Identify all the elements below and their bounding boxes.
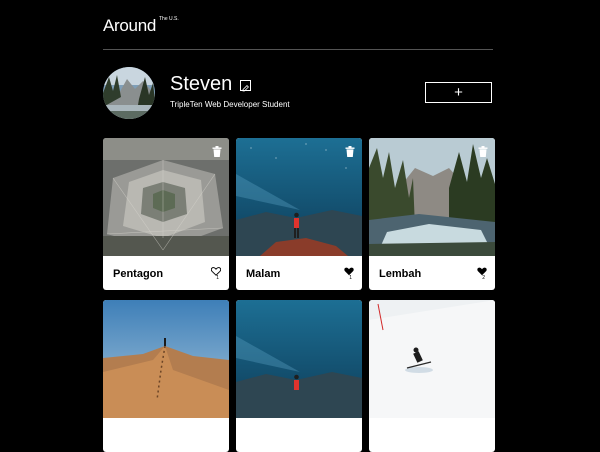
card-pentagon: Pentagon 1 [103,138,229,290]
delete-card-button[interactable] [345,144,355,157]
like-count: 1 [216,275,219,281]
like-count: 1 [349,275,352,281]
add-card-button[interactable]: + [425,82,492,103]
card-lembah: Lembah 2 [369,138,495,290]
pencil-icon [242,85,249,92]
card-image[interactable] [369,300,495,418]
logo: Around [103,16,157,35]
like-button[interactable] [344,263,354,276]
profile-section: Steven TripleTen Web Developer Student + [103,66,493,120]
edit-profile-button[interactable] [240,80,251,92]
logo-subscript: The U.S. [159,16,179,22]
like-button[interactable] [477,263,487,276]
card-image[interactable] [103,300,229,418]
profile-name: Steven [170,73,233,95]
trash-icon [212,146,222,157]
card-5 [236,300,362,452]
card-malam: Malam 1 [236,138,362,290]
card-image[interactable] [103,138,229,256]
card-title: Lembah [379,268,422,280]
card-title: Malam [246,268,281,280]
trash-icon [345,146,355,157]
card-4 [103,300,229,452]
card-title: Pentagon [113,268,164,280]
trash-icon [478,146,488,157]
like-button[interactable] [210,263,222,276]
delete-card-button[interactable] [478,144,488,157]
card-image[interactable] [236,300,362,418]
plus-icon: + [454,84,463,101]
card-image[interactable] [369,138,495,256]
header-divider [103,49,493,50]
header: Around The U.S. [103,14,493,50]
profile-role: TripleTen Web Developer Student [170,100,290,109]
delete-card-button[interactable] [212,144,222,157]
like-count: 2 [482,275,485,281]
card-6 [369,300,495,452]
card-image[interactable] [236,138,362,256]
avatar[interactable] [103,67,155,119]
